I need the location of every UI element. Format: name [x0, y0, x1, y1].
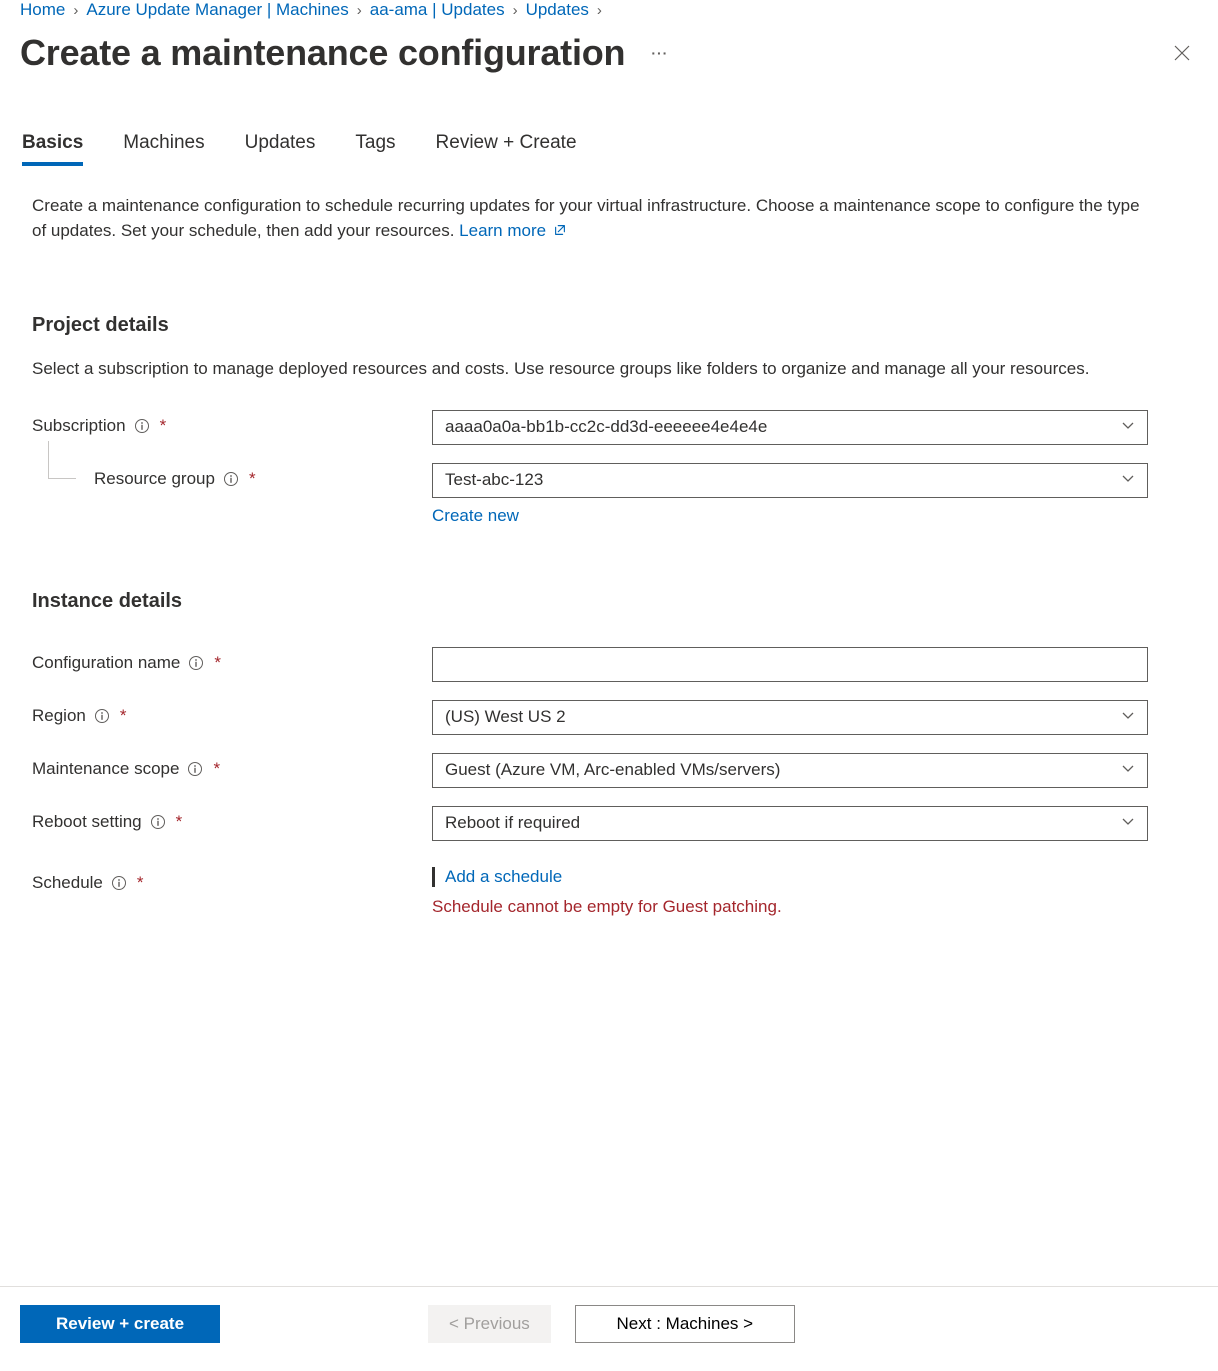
chevron-right-icon: › — [73, 2, 78, 19]
required-indicator: * — [213, 759, 220, 779]
chevron-right-icon: › — [513, 2, 518, 19]
close-icon — [1172, 43, 1192, 63]
subscription-select[interactable]: aaaa0a0a-bb1b-cc2c-dd3d-eeeeee4e4e4e — [432, 410, 1148, 445]
subscription-value: aaaa0a0a-bb1b-cc2c-dd3d-eeeeee4e4e4e — [445, 417, 767, 437]
chevron-right-icon: › — [597, 2, 602, 19]
schedule-label: Schedule — [32, 873, 103, 893]
maintenance-scope-label: Maintenance scope — [32, 759, 179, 779]
page-description: Create a maintenance configuration to sc… — [20, 194, 1150, 244]
previous-button: < Previous — [428, 1305, 551, 1343]
tab-review[interactable]: Review + Create — [436, 132, 577, 166]
tab-basics[interactable]: Basics — [22, 132, 83, 166]
schedule-error: Schedule cannot be empty for Guest patch… — [432, 897, 1148, 917]
breadcrumb-home[interactable]: Home — [20, 0, 65, 20]
page-title: Create a maintenance configuration — [20, 32, 625, 74]
more-actions-button[interactable]: ··· — [645, 40, 674, 66]
reboot-setting-value: Reboot if required — [445, 813, 580, 833]
region-label: Region — [32, 706, 86, 726]
info-icon[interactable] — [223, 471, 239, 487]
breadcrumb-aa-ama[interactable]: aa-ama | Updates — [370, 0, 505, 20]
configuration-name-label: Configuration name — [32, 653, 180, 673]
description-text: Create a maintenance configuration to sc… — [32, 196, 1140, 240]
info-icon[interactable] — [134, 418, 150, 434]
required-indicator: * — [137, 873, 144, 893]
info-icon[interactable] — [188, 655, 204, 671]
tab-bar: Basics Machines Updates Tags Review + Cr… — [20, 132, 1198, 166]
required-indicator: * — [176, 812, 183, 832]
maintenance-scope-select[interactable]: Guest (Azure VM, Arc-enabled VMs/servers… — [432, 753, 1148, 788]
project-details-heading: Project details — [20, 314, 1198, 337]
add-schedule-link[interactable]: Add a schedule — [445, 867, 562, 886]
tab-tags[interactable]: Tags — [355, 132, 395, 166]
required-indicator: * — [160, 416, 167, 436]
resource-group-select[interactable]: Test-abc-123 — [432, 463, 1148, 498]
chevron-down-icon — [1121, 813, 1135, 833]
required-indicator: * — [214, 653, 221, 673]
schedule-field: Add a schedule — [432, 867, 1148, 887]
instance-details-heading: Instance details — [20, 590, 1198, 613]
breadcrumb-updates[interactable]: Updates — [526, 0, 589, 20]
external-link-icon — [553, 220, 567, 245]
info-icon[interactable] — [150, 814, 166, 830]
maintenance-scope-value: Guest (Azure VM, Arc-enabled VMs/servers… — [445, 760, 780, 780]
tab-updates[interactable]: Updates — [245, 132, 316, 166]
region-value: (US) West US 2 — [445, 707, 566, 727]
info-icon[interactable] — [111, 875, 127, 891]
reboot-setting-select[interactable]: Reboot if required — [432, 806, 1148, 841]
create-new-resource-group-link[interactable]: Create new — [432, 506, 519, 526]
required-indicator: * — [249, 469, 256, 489]
breadcrumb-update-manager[interactable]: Azure Update Manager | Machines — [86, 0, 348, 20]
next-button[interactable]: Next : Machines > — [575, 1305, 795, 1343]
tab-machines[interactable]: Machines — [123, 132, 204, 166]
resource-group-value: Test-abc-123 — [445, 470, 543, 490]
learn-more-link[interactable]: Learn more — [459, 221, 567, 240]
required-indicator: * — [120, 706, 127, 726]
reboot-setting-label: Reboot setting — [32, 812, 142, 832]
chevron-down-icon — [1121, 470, 1135, 490]
info-icon[interactable] — [94, 708, 110, 724]
wizard-footer: Review + create < Previous Next : Machin… — [0, 1286, 1218, 1371]
breadcrumb: Home › Azure Update Manager | Machines ›… — [20, 0, 1198, 26]
info-icon[interactable] — [187, 761, 203, 777]
project-details-description: Select a subscription to manage deployed… — [20, 357, 1120, 382]
chevron-right-icon: › — [357, 2, 362, 19]
close-button[interactable] — [1166, 37, 1198, 69]
configuration-name-input[interactable] — [432, 647, 1148, 682]
tree-connector — [48, 441, 76, 479]
subscription-label: Subscription — [32, 416, 126, 436]
resource-group-label: Resource group — [94, 469, 215, 489]
chevron-down-icon — [1121, 760, 1135, 780]
review-create-button[interactable]: Review + create — [20, 1305, 220, 1343]
region-select[interactable]: (US) West US 2 — [432, 700, 1148, 735]
chevron-down-icon — [1121, 417, 1135, 437]
chevron-down-icon — [1121, 707, 1135, 727]
